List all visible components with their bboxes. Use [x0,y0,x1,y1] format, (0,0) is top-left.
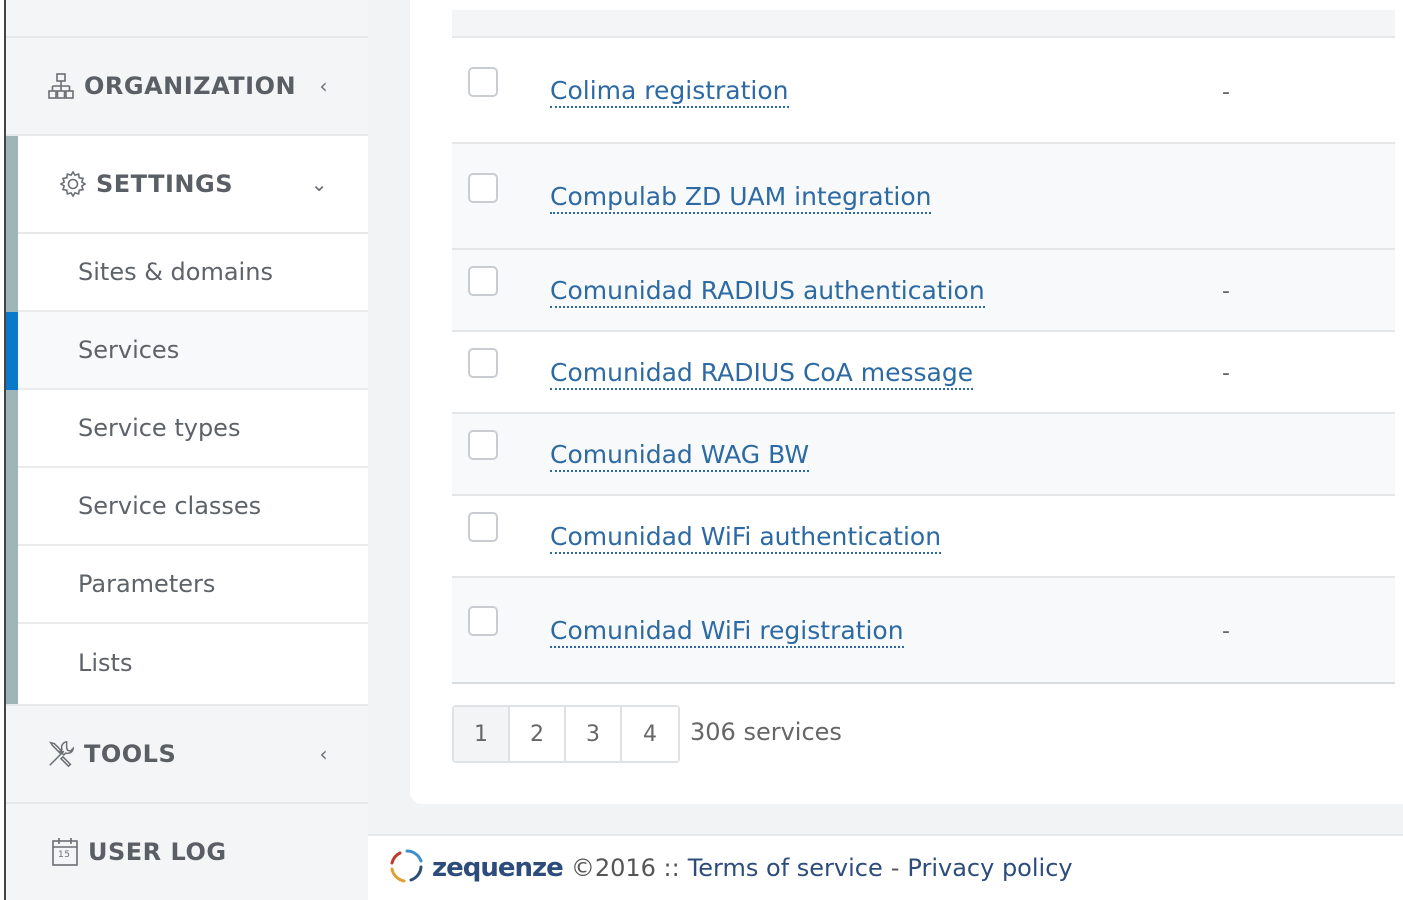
sidebar-item-parameters[interactable]: Parameters [18,546,368,624]
brand-logo-icon [388,847,426,889]
sidebar-section-settings[interactable]: SETTINGS ⌄ [18,136,368,234]
sidebar-section-user-log[interactable]: 15 USER LOG [6,804,368,900]
services-count: 306 services [690,718,842,746]
service-link[interactable]: Compulab ZD UAM integration [550,182,932,214]
gear-icon [58,169,88,199]
row-checkbox[interactable] [468,67,498,97]
service-link[interactable]: Comunidad WAG BW [550,440,810,472]
sidebar-item-sites-domains[interactable]: Sites & domains [18,234,368,312]
service-value: - [1222,361,1230,386]
active-item-indicator [6,312,18,390]
page-button-1[interactable]: 1 [454,707,510,761]
settings-group: SETTINGS ⌄ Sites & domains Services Serv… [6,136,368,704]
service-value: - [1222,80,1230,105]
table-row: Comunidad WiFi registration - [452,578,1395,684]
footer-copyright: ©2016 :: [570,854,680,882]
sidebar-section-organization[interactable]: ORGANIZATION ‹ [6,38,368,136]
sidebar-item-label: Services [78,336,180,364]
service-value: - [1222,619,1230,644]
pagination: 1 2 3 4 [452,705,680,763]
sidebar-top-strip [6,0,368,38]
sidebar-item-service-types[interactable]: Service types [18,390,368,468]
sidebar: ORGANIZATION ‹ SETTINGS ⌄ Sites & domain… [6,0,368,900]
sidebar-item-label: Sites & domains [78,258,273,286]
row-checkbox[interactable] [468,348,498,378]
row-checkbox[interactable] [468,266,498,296]
chevron-left-icon: ‹ [319,74,328,98]
chevron-down-icon: ⌄ [310,172,328,196]
sidebar-section-label: TOOLS [84,740,177,768]
page-button-4[interactable]: 4 [622,707,678,761]
table-row: Compulab ZD UAM integration [452,144,1395,250]
sidebar-item-service-classes[interactable]: Service classes [18,468,368,546]
service-value: - [1222,279,1230,304]
sidebar-section-label: USER LOG [88,838,227,866]
row-checkbox[interactable] [468,173,498,203]
org-chart-icon [46,71,76,101]
brand-name: zequenze [432,853,564,883]
service-link[interactable]: Comunidad RADIUS CoA message [550,358,974,390]
page-button-3[interactable]: 3 [566,707,622,761]
calendar-icon: 15 [50,837,80,867]
table-row: Comunidad RADIUS authentication - [452,250,1395,332]
tools-icon [46,739,76,769]
chevron-left-icon: ‹ [319,742,328,766]
sidebar-item-services[interactable]: Services [18,312,368,390]
sidebar-section-tools[interactable]: TOOLS ‹ [6,704,368,804]
sidebar-section-label: SETTINGS [96,170,233,198]
row-checkbox[interactable] [468,606,498,636]
sidebar-section-label: ORGANIZATION [84,72,297,100]
page-button-2[interactable]: 2 [510,707,566,761]
table-header [452,10,1395,38]
table-row: Comunidad WiFi authentication [452,496,1395,578]
sidebar-item-label: Parameters [78,570,216,598]
calendar-day: 15 [58,850,71,860]
services-table: Colima registration - Compulab ZD UAM in… [452,10,1395,684]
table-row: Comunidad WAG BW [452,414,1395,496]
terms-link[interactable]: Terms of service [688,854,883,882]
sidebar-item-label: Lists [78,649,133,677]
footer: zequenze ©2016 :: Terms of service - Pri… [368,834,1403,900]
sidebar-item-lists[interactable]: Lists [18,624,368,702]
row-checkbox[interactable] [468,430,498,460]
privacy-link[interactable]: Privacy policy [907,854,1072,882]
service-link[interactable]: Comunidad WiFi authentication [550,522,942,554]
footer-separator: - [890,854,900,882]
service-link[interactable]: Colima registration [550,76,789,108]
sidebar-item-label: Service types [78,414,241,442]
service-link[interactable]: Comunidad RADIUS authentication [550,276,985,308]
service-link[interactable]: Comunidad WiFi registration [550,616,904,648]
table-row: Colima registration - [452,38,1395,144]
sidebar-item-label: Service classes [78,492,262,520]
table-row: Comunidad RADIUS CoA message - [452,332,1395,414]
row-checkbox[interactable] [468,512,498,542]
